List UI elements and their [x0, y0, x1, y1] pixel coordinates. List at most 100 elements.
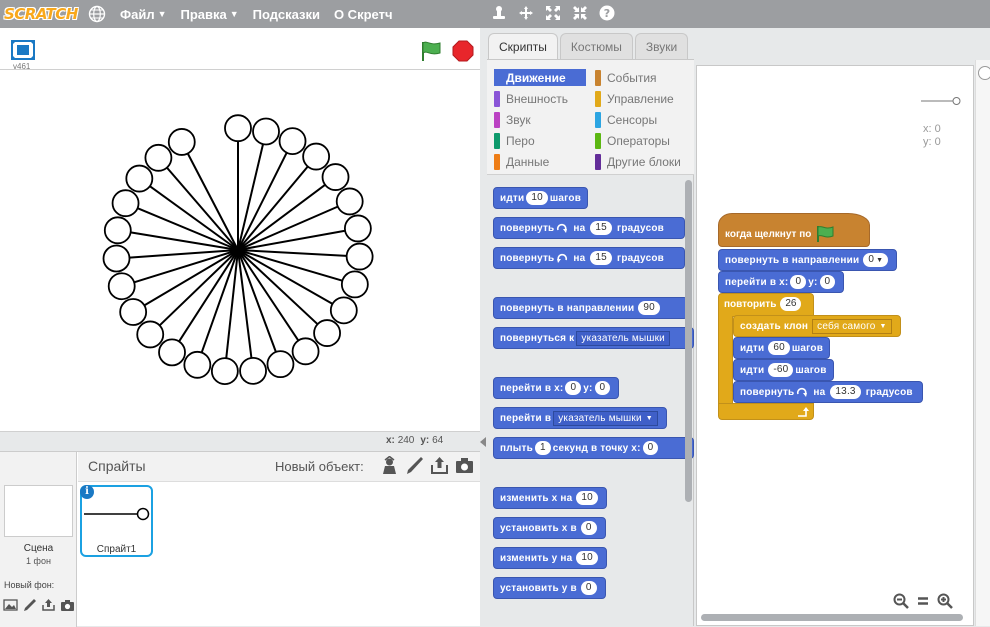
- repeat-count-input[interactable]: 26: [780, 297, 802, 311]
- block-turn-left[interactable]: повернуть на 15 градусов: [493, 247, 685, 269]
- clone-circle: [102, 244, 131, 273]
- camera-backdrop-icon[interactable]: [60, 598, 75, 612]
- block-change-y[interactable]: изменить у на 10: [493, 547, 607, 569]
- sprite-library-icon[interactable]: [380, 455, 399, 475]
- duplicate-icon[interactable]: [490, 4, 508, 22]
- menu-edit[interactable]: Правка ▼: [181, 7, 239, 22]
- hat-when-flag-clicked[interactable]: когда щелкнут по: [718, 213, 870, 247]
- script-point-in-direction[interactable]: повернуть в направлении 0 ▼: [718, 249, 898, 271]
- script-turn-right[interactable]: повернуть на 13.3 градусов: [733, 381, 923, 403]
- tab-scripts[interactable]: Скрипты: [488, 33, 558, 59]
- script-area-scrollbar[interactable]: [701, 614, 963, 621]
- green-flag-icon[interactable]: [420, 40, 442, 62]
- clone-circle: [119, 298, 148, 326]
- script-move-60[interactable]: идти 60 шагов: [733, 337, 831, 359]
- stop-icon[interactable]: [452, 40, 474, 62]
- zoom-reset-icon[interactable]: [915, 593, 931, 609]
- stage-canvas[interactable]: [0, 70, 480, 432]
- category-operators[interactable]: Операторы: [595, 132, 670, 149]
- fullscreen-icon[interactable]: [11, 40, 35, 60]
- y-input[interactable]: 0: [819, 275, 836, 289]
- direction-input[interactable]: 90: [638, 301, 660, 315]
- tab-sounds[interactable]: Звуки: [634, 33, 689, 59]
- sprite-tile[interactable]: i Спрайт1: [80, 485, 153, 557]
- direction-input[interactable]: 0 ▼: [863, 253, 889, 267]
- script-move-minus-60[interactable]: идти -60 шагов: [733, 359, 834, 381]
- x-input[interactable]: 0: [790, 275, 807, 289]
- upload-sprite-icon[interactable]: [430, 456, 449, 475]
- category-data[interactable]: Данные: [494, 153, 549, 170]
- goto-dropdown[interactable]: указатель мышки ▼: [553, 410, 658, 426]
- category-list: Движение Внешность Звук Перо Данные Собы…: [487, 60, 694, 175]
- language-globe-icon[interactable]: [88, 5, 106, 23]
- y-input[interactable]: 0: [594, 381, 611, 395]
- menu-about[interactable]: О Скретч: [334, 7, 393, 22]
- category-sensing[interactable]: Сенсоры: [595, 111, 657, 128]
- block-point-in-direction[interactable]: повернуть в направлении 90: [493, 297, 688, 319]
- block-go-to-xy[interactable]: перейти в x: 0 y: 0: [493, 377, 620, 399]
- category-swatch: [595, 90, 601, 107]
- set-y-input[interactable]: 0: [580, 581, 597, 595]
- caret-down-icon: ▼: [229, 9, 239, 19]
- menu-tips[interactable]: Подсказки: [253, 7, 320, 22]
- tab-costumes[interactable]: Костюмы: [559, 33, 633, 59]
- seconds-input[interactable]: 1: [534, 441, 551, 455]
- category-events[interactable]: События: [595, 69, 657, 86]
- scratch-logo[interactable]: SCRATCH: [4, 3, 78, 25]
- steps-input[interactable]: -60: [768, 363, 794, 377]
- category-control[interactable]: Управление: [595, 90, 674, 107]
- script-create-clone[interactable]: создать клон себя самого ▼: [733, 315, 901, 337]
- category-swatch: [494, 111, 500, 128]
- script-area[interactable]: x: 0 y: 0 когда щелкнут по повернуть в н…: [696, 65, 974, 626]
- category-sound[interactable]: Звук: [494, 111, 531, 128]
- block-go-to[interactable]: перейти в указатель мышки ▼: [493, 407, 667, 429]
- block-point-towards[interactable]: повернуться к указатель мышки: [493, 327, 694, 349]
- category-looks[interactable]: Внешность: [494, 90, 568, 107]
- zoom-in-icon[interactable]: [937, 593, 953, 609]
- steps-input[interactable]: 60: [768, 341, 790, 355]
- block-change-x[interactable]: изменить х на 10: [493, 487, 607, 509]
- clone-circle: [266, 350, 295, 379]
- grow-icon[interactable]: [544, 4, 562, 22]
- degrees-input[interactable]: 13.3: [830, 385, 861, 399]
- category-more-blocks[interactable]: Другие блоки: [595, 153, 681, 170]
- block-turn-right[interactable]: повернуть на 15 градусов: [493, 217, 685, 239]
- x-input[interactable]: 0: [642, 441, 659, 455]
- cut-icon[interactable]: [517, 4, 535, 22]
- block-move-steps[interactable]: идти 10 шагов: [493, 187, 589, 209]
- paint-sprite-icon[interactable]: [405, 456, 424, 475]
- change-x-input[interactable]: 10: [576, 491, 598, 505]
- green-flag-icon: [817, 226, 834, 242]
- block-set-y[interactable]: установить у в0: [493, 577, 606, 599]
- repeat-label: повторить 26: [724, 297, 803, 311]
- upload-backdrop-icon[interactable]: [41, 598, 56, 612]
- stage-thumbnail[interactable]: [4, 485, 73, 537]
- block-glide[interactable]: плыть 1 секунд в точку x: 0: [493, 437, 694, 459]
- clone-circle: [302, 142, 331, 171]
- paint-backdrop-icon[interactable]: [22, 598, 37, 612]
- new-sprite-tools: [380, 455, 474, 475]
- category-pen[interactable]: Перо: [494, 132, 535, 149]
- menu-file[interactable]: Файл ▼: [120, 7, 167, 22]
- zoom-out-icon[interactable]: [893, 593, 909, 609]
- help-icon[interactable]: ?: [598, 4, 616, 22]
- backdrop-library-icon[interactable]: [3, 598, 18, 612]
- set-x-input[interactable]: 0: [580, 521, 597, 535]
- steps-input[interactable]: 10: [526, 191, 548, 205]
- towards-dropdown[interactable]: указатель мышки: [576, 330, 670, 346]
- script-go-to-xy[interactable]: перейти в x: 0 y: 0: [718, 271, 845, 293]
- palette-scrollbar[interactable]: [685, 180, 692, 502]
- camera-sprite-icon[interactable]: [455, 456, 474, 475]
- x-input[interactable]: 0: [565, 381, 582, 395]
- expand-panel-button[interactable]: [978, 66, 990, 80]
- category-motion[interactable]: Движение: [494, 69, 586, 86]
- clone-circle: [144, 143, 173, 172]
- clone-target-dropdown[interactable]: себя самого ▼: [812, 318, 892, 334]
- change-y-input[interactable]: 10: [576, 551, 598, 565]
- collapse-stage-icon[interactable]: [479, 436, 487, 448]
- shrink-icon[interactable]: [571, 4, 589, 22]
- degrees-input[interactable]: 15: [590, 221, 612, 235]
- degrees-input[interactable]: 15: [590, 251, 612, 265]
- block-set-x[interactable]: установить х в0: [493, 517, 606, 539]
- stage-column: Сцена 1 фон Новый фон:: [0, 452, 77, 627]
